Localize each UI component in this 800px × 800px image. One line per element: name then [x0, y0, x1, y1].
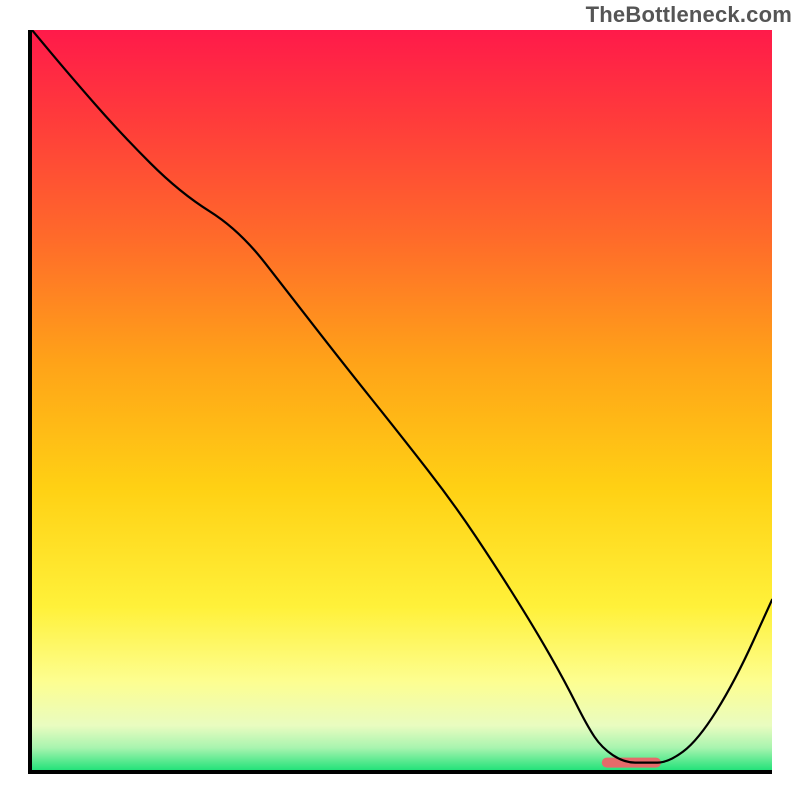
plot-area	[32, 30, 772, 770]
chart-axes	[28, 30, 772, 774]
gradient-background	[32, 30, 772, 770]
plot-svg	[32, 30, 772, 770]
watermark-text: TheBottleneck.com	[586, 2, 792, 28]
chart-container: TheBottleneck.com	[0, 0, 800, 800]
